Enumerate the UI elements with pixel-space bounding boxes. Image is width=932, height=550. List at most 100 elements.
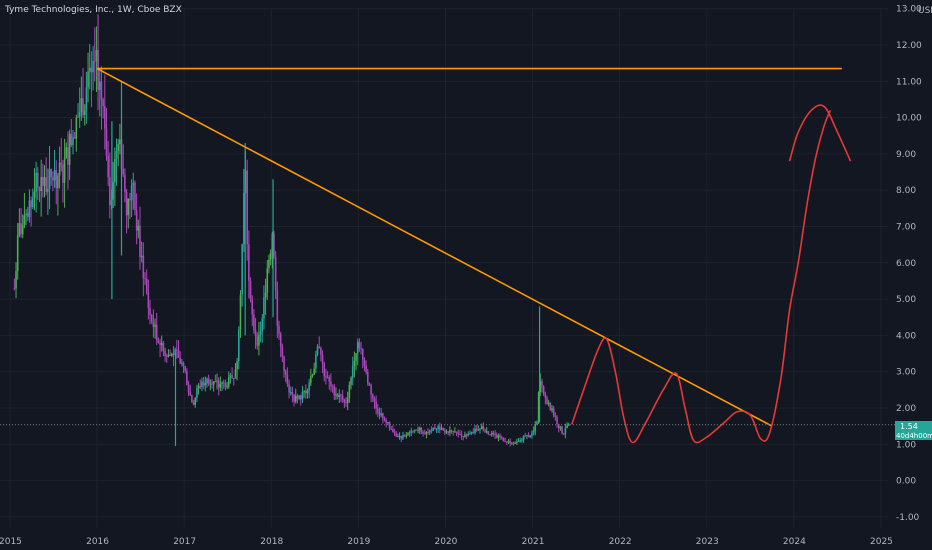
candle-body [165, 355, 168, 357]
candle-body [308, 382, 310, 391]
candle-body [253, 314, 255, 331]
candle-body [305, 390, 307, 394]
candle-body [219, 384, 222, 388]
candle-body [509, 440, 511, 444]
candle-body [561, 426, 563, 434]
candle-body [192, 402, 195, 405]
candle-body [31, 197, 34, 208]
candle-body [527, 434, 530, 437]
candle-body [112, 182, 114, 200]
x-tick-label: 2017 [173, 537, 196, 547]
candle-body [356, 342, 359, 354]
candle-body [23, 215, 26, 226]
candle-body [107, 155, 109, 178]
x-tick-label: 2024 [783, 537, 806, 547]
candle-body [439, 426, 441, 430]
candle-body [207, 378, 210, 384]
candle-body [92, 61, 94, 73]
candle-body [236, 361, 238, 370]
candle-body [474, 428, 476, 434]
candle-body [186, 371, 188, 385]
candle-body [70, 134, 73, 146]
candle-body [477, 429, 480, 431]
candle-body [15, 270, 17, 289]
candle-body [67, 147, 69, 165]
candle-body [382, 413, 384, 419]
candle-body [95, 49, 98, 62]
price-chart[interactable]: 13.0012.0011.0010.009.008.007.006.005.00… [0, 0, 932, 550]
candle-body [469, 433, 471, 435]
candle-body [159, 342, 161, 346]
candle-body [248, 244, 250, 281]
chart-area[interactable]: 13.00 12.00 11.00 10.00 9.00 8.00 7.00 6.00 5.00… [0, 0, 932, 550]
candle-body [224, 383, 227, 388]
candle-body [567, 423, 570, 426]
candle-body [326, 377, 329, 379]
candle-body [306, 390, 309, 394]
candle-body [355, 353, 357, 362]
candle-body [500, 437, 503, 439]
chart-background [0, 0, 932, 550]
candle-body [517, 440, 520, 442]
y-tick-label: -1.00 [896, 513, 920, 523]
candle-body [85, 87, 88, 111]
candle-body [387, 422, 389, 424]
candle-body [199, 386, 202, 388]
candle-body [380, 413, 382, 416]
candle-body [152, 322, 155, 328]
y-tick-label: 6.00 [896, 259, 916, 269]
candle-body [130, 185, 133, 201]
candle-body [73, 137, 76, 139]
candle-body [375, 401, 377, 409]
candle-body [204, 383, 207, 386]
candle-body [542, 386, 545, 395]
candle-body [484, 430, 486, 433]
candle-body [534, 424, 537, 431]
candle-body [559, 426, 562, 429]
candle-body [60, 162, 63, 165]
candle-body [366, 372, 369, 384]
candle-body [182, 362, 185, 366]
candle-body [98, 81, 101, 90]
candle-body [423, 433, 426, 435]
candle-body [512, 442, 515, 444]
candle-body [524, 435, 527, 437]
candle-body [459, 434, 461, 436]
candle-body [353, 361, 356, 367]
candle-body [184, 365, 187, 372]
candle-body [25, 213, 27, 216]
candle-body [454, 431, 456, 433]
candle-body [227, 377, 230, 387]
candle-body [68, 134, 71, 165]
candle-body [276, 290, 279, 326]
candle-body [206, 378, 208, 384]
candle-body [551, 408, 553, 411]
candle-body [544, 394, 547, 398]
candle-body [383, 418, 386, 421]
candle-body [83, 110, 86, 116]
candle-body [288, 383, 290, 393]
candle-body [393, 432, 396, 434]
candle-body [137, 225, 140, 231]
candle-body [296, 395, 299, 399]
candle-body [408, 432, 411, 434]
last-price-badge: 1.54 40d4h00m [895, 421, 932, 440]
candle-body [13, 288, 16, 290]
candle-body [135, 210, 138, 231]
candle-body [345, 402, 347, 404]
candle-body [418, 427, 421, 430]
candle-body [169, 354, 171, 356]
candle-body [516, 441, 518, 443]
candle-body [149, 307, 151, 316]
candle-body [246, 170, 248, 245]
candle-body [415, 429, 418, 431]
candle-body [460, 434, 463, 436]
candle-body [75, 117, 78, 139]
candle-body [232, 378, 235, 380]
candle-body [214, 381, 217, 383]
candle-body [38, 187, 41, 191]
candle-body [452, 431, 455, 433]
y-tick-label: 10.00 [896, 114, 922, 124]
y-tick-label: 9.00 [896, 150, 916, 160]
candle-body [482, 426, 485, 431]
